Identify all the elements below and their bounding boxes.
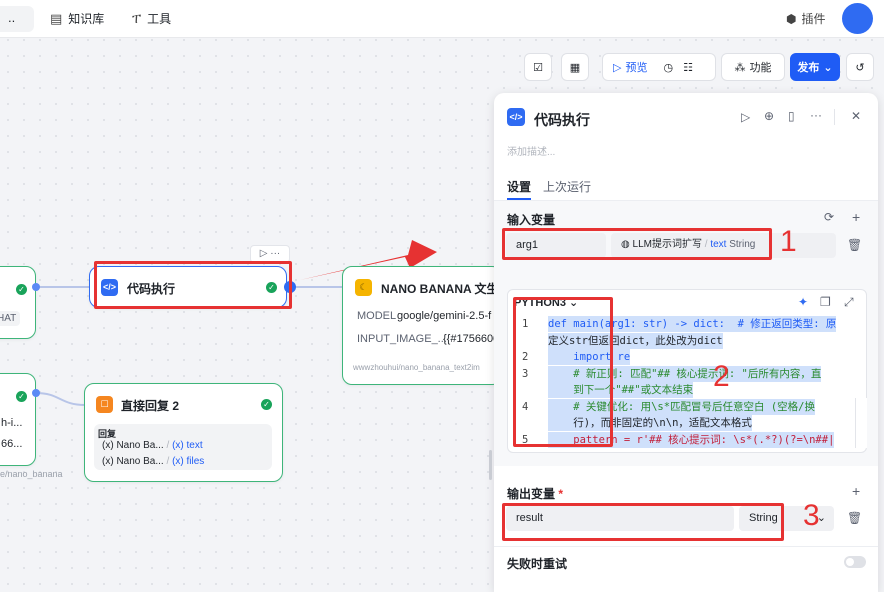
reply-item-1: (x) Nano Ba... / (x) text [102, 440, 203, 451]
panel-resize-handle[interactable] [489, 450, 492, 480]
run-icon[interactable]: ▷ [741, 110, 750, 124]
code-icon: </> [507, 108, 525, 126]
tab-settings[interactable]: 设置 [507, 178, 531, 195]
description-input[interactable]: 添加描述... [507, 143, 555, 158]
divider [494, 546, 878, 547]
left-node-top[interactable]: ✓ HAT [0, 266, 36, 339]
trash-icon[interactable]: 🗑 [847, 511, 862, 525]
node-settings-panel: </> 代码执行 ▷ ⊕ ▯ ··· ✕ 添加描述... 设置 上次运行 输入变… [494, 93, 878, 592]
retry-label: 失败时重试 [507, 557, 568, 571]
success-icon: ✓ [16, 391, 27, 402]
model-value: google/gemini-2.5-f [397, 310, 492, 322]
annotation-box-input [502, 228, 772, 260]
input-value: {{#1756600 [443, 333, 500, 345]
reply-icon: ☐ [96, 396, 113, 413]
variable-icon: (x) [172, 440, 187, 451]
annotation-number-3: 3 [803, 499, 820, 532]
copy-icon[interactable]: ❐ [820, 295, 831, 309]
checklist-icon: ☑ [533, 61, 543, 74]
add-icon[interactable]: + [852, 209, 860, 225]
variable-icon: (x) [102, 456, 117, 467]
node-line: h-i... [1, 417, 23, 429]
model-label: MODEL [357, 310, 397, 322]
divider [834, 109, 835, 125]
publish-button[interactable]: 发布 ⌄ [790, 53, 840, 81]
nano-banana-node[interactable]: ☾ NANO BANANA 文生 MODEL google/gemini-2.5… [342, 266, 502, 385]
reply-content: 回复 (x) Nano Ba... / (x) text (x) Nano Ba… [94, 424, 272, 470]
edge-handle[interactable] [32, 389, 40, 397]
node-path: e/nano_banana [0, 469, 63, 479]
edge-handle[interactable] [32, 283, 40, 291]
left-node-bottom[interactable]: ✓ h-i... 66... [0, 373, 36, 466]
variables-icon[interactable]: ☷ [683, 61, 693, 74]
preview-group: ▷ 预览 ◷ ☷ [602, 53, 716, 81]
annotation-number-2: 2 [713, 360, 730, 393]
cube-icon: ⬢ [786, 11, 797, 26]
close-icon[interactable]: ✕ [851, 109, 861, 123]
env-icon: ▦ [569, 61, 581, 74]
refresh-icon[interactable]: ⟳ [824, 210, 834, 224]
retry-toggle[interactable] [844, 556, 866, 568]
locate-icon[interactable]: ⊕ [764, 109, 774, 123]
plugin-nav[interactable]: ⬢ 插件 [786, 10, 826, 27]
play-icon[interactable]: ▷ [613, 61, 621, 74]
annotation-box-node [94, 261, 292, 309]
more-icon[interactable]: ··· [810, 108, 822, 122]
input-section-title: 输入变量 [507, 213, 556, 227]
add-icon[interactable]: + [852, 483, 860, 499]
annotation-number-1: 1 [780, 225, 797, 258]
panel-title[interactable]: 代码执行 [534, 110, 590, 130]
features-button[interactable]: ⁂ 功能 [721, 53, 785, 81]
reply-item-2: (x) Nano Ba... / (x) files [102, 456, 205, 467]
history-run-icon[interactable]: ◷ [663, 61, 673, 74]
preview-button[interactable]: 预览 [625, 59, 647, 75]
reply-label: 回复 [98, 429, 117, 439]
version-history-button[interactable]: ↺ [846, 53, 874, 81]
node-tag: HAT [0, 311, 21, 326]
banana-icon: ☾ [355, 279, 372, 296]
node-title: NANO BANANA 文生 [381, 282, 499, 296]
expand-icon[interactable]: ⤢ [844, 295, 854, 310]
docs-icon[interactable]: ▯ [788, 109, 795, 123]
env-button[interactable]: ▦ [561, 53, 589, 81]
history-icon: ↺ [855, 61, 865, 74]
features-icon: ⁂ [734, 61, 746, 74]
code-scrollbar[interactable] [855, 398, 867, 448]
tab-last-run[interactable]: 上次运行 [543, 178, 591, 195]
avatar[interactable] [842, 3, 873, 34]
variable-icon: (x) [172, 456, 187, 467]
ai-sparkle-icon[interactable]: ✦ [798, 295, 808, 309]
success-icon: ✓ [261, 399, 272, 410]
node-title: 直接回复 2 [121, 399, 180, 413]
plugin-label: 插件 [801, 12, 826, 26]
success-icon: ✓ [16, 284, 27, 295]
direct-reply-node[interactable]: ☐ 直接回复 2 ✓ 回复 (x) Nano Ba... / (x) text … [84, 383, 283, 482]
node-footer: wwwzhouhui/nano_banana_text2im [353, 363, 480, 372]
annotation-box-output [502, 503, 784, 541]
annotation-box-code [513, 297, 613, 447]
input-label: INPUT_IMAGE_... [357, 333, 447, 345]
trash-icon[interactable]: 🗑 [847, 238, 862, 252]
variable-icon: (x) [102, 440, 117, 451]
output-section-title: 输出变量 * [507, 487, 564, 501]
checklist-button[interactable]: ☑ [524, 53, 552, 81]
node-line: 66... [1, 438, 23, 450]
chevron-down-icon: ⌄ [823, 61, 833, 74]
